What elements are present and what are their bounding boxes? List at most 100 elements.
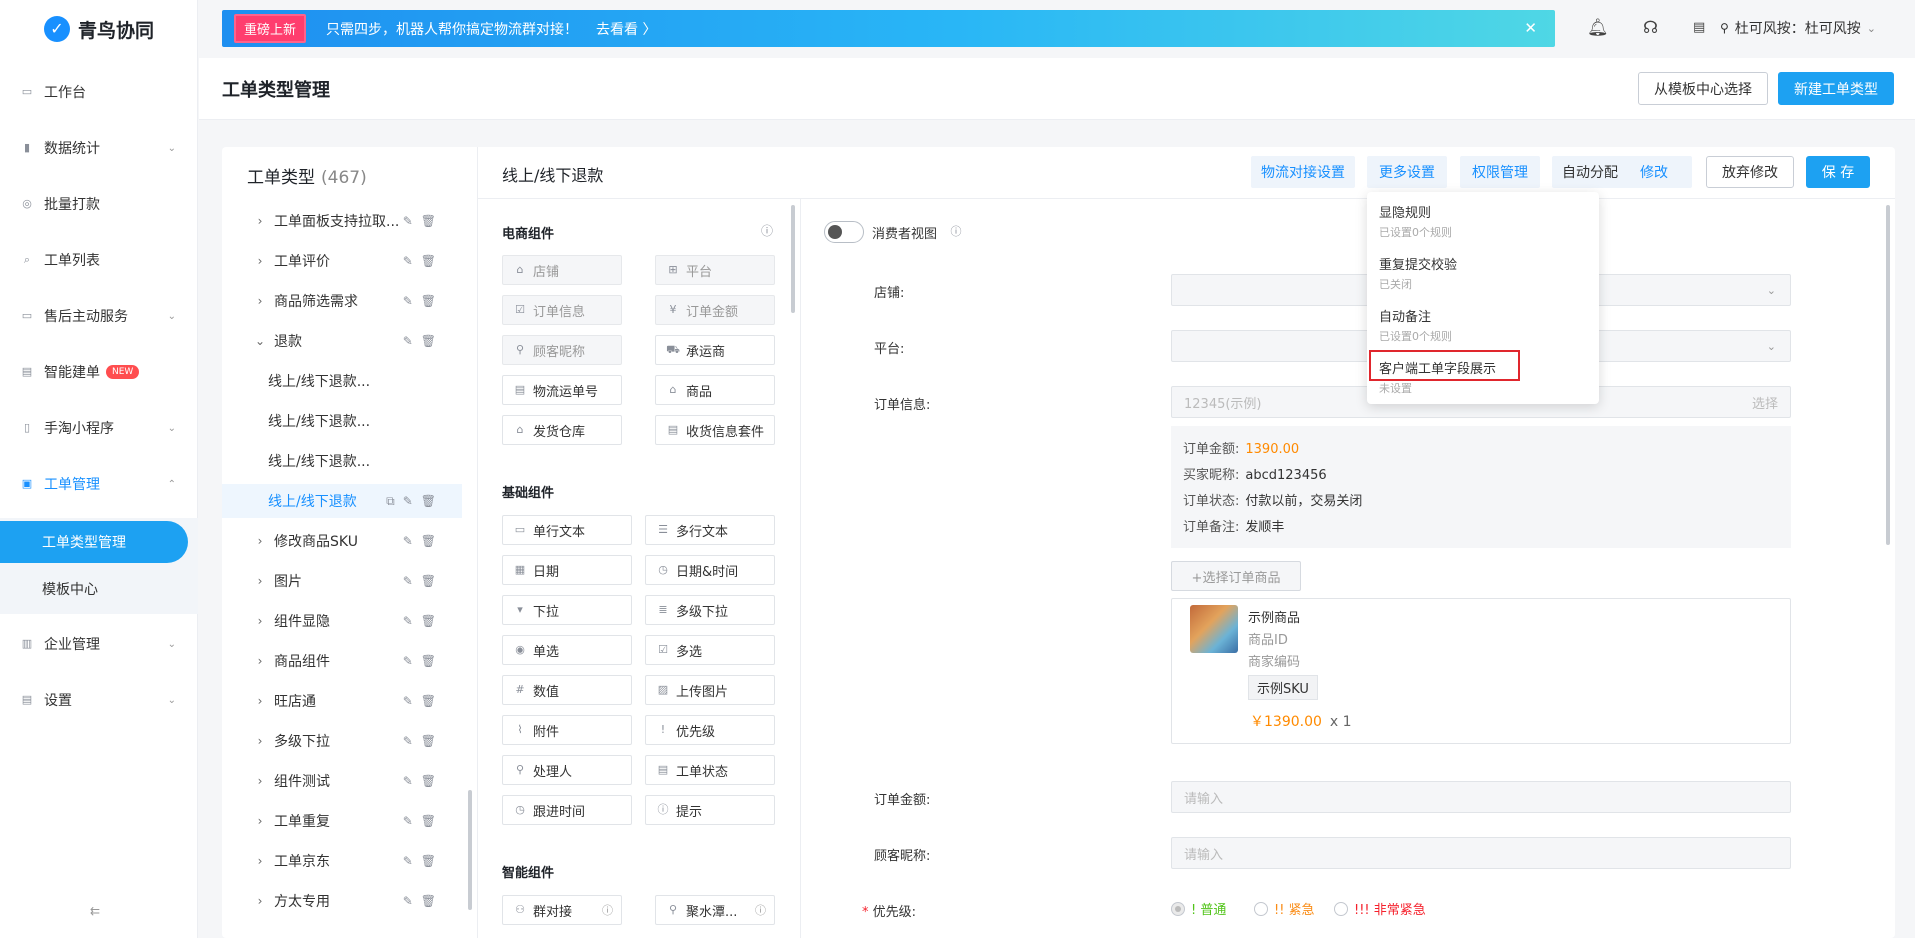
more-settings-button[interactable]: 更多设置	[1367, 156, 1447, 188]
edit-icon[interactable]: ✎	[403, 774, 413, 788]
edit-icon[interactable]: ✎	[403, 214, 413, 228]
tree-item[interactable]: › 旺店通 ✎ 🗑︎	[222, 684, 462, 718]
delete-icon[interactable]: 🗑︎	[421, 654, 436, 668]
delete-icon[interactable]: 🗑︎	[421, 694, 436, 708]
delete-icon[interactable]: 🗑︎	[421, 534, 436, 548]
component-basic-1[interactable]: ▭ 单行文本	[502, 515, 632, 545]
component-basic-14[interactable]: ▤ 工单状态	[645, 755, 775, 785]
chevron-right-icon[interactable]: ›	[246, 534, 274, 548]
tree-item[interactable]: › 图片 ✎ 🗑︎	[222, 564, 462, 598]
component-basic-9[interactable]: # 数值	[502, 675, 632, 705]
delete-icon[interactable]: 🗑︎	[421, 334, 436, 348]
chevron-right-icon[interactable]: ›	[246, 734, 274, 748]
tree-child-item[interactable]: 线上/线下退款 ⧉ ✎ 🗑︎	[222, 484, 462, 518]
pick-order-goods-button[interactable]: +选择订单商品	[1171, 561, 1301, 591]
component-basic-15[interactable]: ◷ 跟进时间	[502, 795, 632, 825]
component-basic-4[interactable]: ◷ 日期&时间	[645, 555, 775, 585]
banner-link[interactable]: 去看看 〉	[596, 19, 656, 39]
delete-icon[interactable]: 🗑︎	[421, 814, 436, 828]
component-basic-10[interactable]: ▨ 上传图片	[645, 675, 775, 705]
nickname-input[interactable]: 请输入	[1171, 837, 1791, 869]
consumer-view-toggle[interactable]	[824, 221, 864, 243]
delete-icon[interactable]: 🗑︎	[421, 774, 436, 788]
sidebar-item-6[interactable]: ▤ 智能建单 NEW	[0, 354, 198, 390]
chevron-right-icon[interactable]: ›	[246, 614, 274, 628]
component-basic-6[interactable]: ≣ 多级下拉	[645, 595, 775, 625]
tree-item[interactable]: › 商品组件 ✎ 🗑︎	[222, 644, 462, 678]
edit-icon[interactable]: ✎	[403, 694, 413, 708]
component-ecommerce-9[interactable]: ⌂ 发货仓库	[502, 415, 622, 445]
tree-item[interactable]: › 商品筛选需求 ✎ 🗑︎	[222, 284, 462, 318]
component-ecommerce-2[interactable]: ⊞ 平台	[655, 255, 775, 285]
palette-scrollbar[interactable]	[791, 205, 795, 313]
sidebar-item-8[interactable]: ▣ 工单管理 ⌃	[0, 466, 198, 502]
dropdown-item-3[interactable]: 自动备注 已设置0个规则	[1379, 306, 1452, 344]
tree-item[interactable]: › 方太专用 ✎ 🗑︎	[222, 884, 462, 918]
tree-child-item[interactable]: 线上/线下退款...	[222, 364, 462, 398]
template-center-button[interactable]: 从模板中心选择	[1638, 72, 1768, 105]
priority-option-3[interactable]: !!! 非常紧急	[1334, 899, 1426, 918]
priority-option-2[interactable]: !! 紧急	[1254, 899, 1315, 918]
edit-icon[interactable]: ✎	[403, 574, 413, 588]
delete-icon[interactable]: 🗑︎	[421, 494, 436, 509]
component-ecommerce-8[interactable]: ⌂ 商品	[655, 375, 775, 405]
edit-icon[interactable]: ✎	[403, 254, 413, 268]
component-ecommerce-1[interactable]: ⌂ 店铺	[502, 255, 622, 285]
sidebar-item-3[interactable]: ◎ 批量打款	[0, 186, 198, 222]
component-basic-11[interactable]: ⌇ 附件	[502, 715, 632, 745]
edit-icon[interactable]: ✎	[403, 334, 413, 348]
chevron-right-icon[interactable]: ›	[246, 254, 274, 268]
tree-item[interactable]: › 修改商品SKU ✎ 🗑︎	[222, 524, 462, 558]
dropdown-item-2[interactable]: 重复提交校验 已关闭	[1379, 254, 1457, 292]
dropdown-item-1[interactable]: 显隐规则 已设置0个规则	[1379, 202, 1452, 240]
tree-item[interactable]: › 工单面板支持拉取... ✎ 🗑︎	[222, 204, 462, 238]
delete-icon[interactable]: 🗑︎	[421, 214, 436, 228]
user-menu[interactable]: ⚲ 杜可风按：杜可风按 ⌄	[1720, 18, 1876, 38]
chevron-right-icon[interactable]: ›	[246, 294, 274, 308]
chevron-right-icon[interactable]: ›	[246, 854, 274, 868]
tree-item[interactable]: › 工单京东 ✎ 🗑︎	[222, 844, 462, 878]
logistics-settings-button[interactable]: 物流对接设置	[1251, 156, 1355, 188]
tree-child-item[interactable]: 线上/线下退款...	[222, 444, 462, 478]
chevron-right-icon[interactable]: ›	[246, 814, 274, 828]
banner-close-icon[interactable]: ✕	[1524, 19, 1537, 37]
promo-banner[interactable]: 重磅上新 只需四步，机器人帮你搞定物流群对接！ 去看看 〉 ✕	[222, 10, 1555, 47]
sidebar-item-1[interactable]: ▭ 工作台	[0, 74, 198, 110]
component-smart-1[interactable]: ⚇ 群对接 ⓘ	[502, 895, 622, 925]
component-basic-16[interactable]: ⓘ 提示	[645, 795, 775, 825]
component-ecommerce-7[interactable]: ▤ 物流运单号	[502, 375, 622, 405]
headset-icon[interactable]: ☊	[1643, 18, 1658, 38]
component-ecommerce-3[interactable]: ☑ 订单信息	[502, 295, 622, 325]
edit-icon[interactable]: ✎	[403, 614, 413, 628]
order-amount-input[interactable]: 请输入	[1171, 781, 1791, 813]
tree-item[interactable]: › 组件显隐 ✎ 🗑︎	[222, 604, 462, 638]
radio-button[interactable]	[1171, 901, 1185, 916]
delete-icon[interactable]: 🗑︎	[421, 574, 436, 588]
sub-item-ticket-type-management[interactable]: 工单类型管理	[0, 521, 188, 563]
permission-button[interactable]: 权限管理	[1460, 156, 1540, 188]
discard-button[interactable]: 放弃修改	[1706, 156, 1794, 188]
radio-button[interactable]	[1254, 901, 1268, 916]
edit-icon[interactable]: ✎	[403, 534, 413, 548]
edit-icon[interactable]: ✎	[403, 294, 413, 308]
tree-item[interactable]: › 工单重复 ✎ 🗑︎	[222, 804, 462, 838]
bell-icon[interactable]: 🔔︎	[1587, 18, 1609, 38]
info-icon[interactable]: ⓘ	[755, 902, 766, 918]
app-logo[interactable]: ✓ 青鸟协同	[44, 14, 154, 44]
auto-assign-modify-link[interactable]: 修改	[1640, 162, 1668, 182]
tree-child-item[interactable]: 线上/线下退款...	[222, 404, 462, 438]
tree-item[interactable]: › 多级下拉 ✎ 🗑︎	[222, 724, 462, 758]
component-basic-2[interactable]: ☰ 多行文本	[645, 515, 775, 545]
copy-icon[interactable]: ⧉	[386, 494, 395, 509]
component-basic-7[interactable]: ◉ 单选	[502, 635, 632, 665]
tree-item[interactable]: › 组件测试 ✎ 🗑︎	[222, 764, 462, 798]
component-basic-13[interactable]: ⚲ 处理人	[502, 755, 632, 785]
chevron-right-icon[interactable]: ›	[246, 774, 274, 788]
info-icon[interactable]: ⓘ	[760, 224, 774, 238]
form-scrollbar[interactable]	[1886, 205, 1890, 545]
component-ecommerce-10[interactable]: ▤ 收货信息套件	[655, 415, 775, 445]
edit-icon[interactable]: ✎	[403, 654, 413, 668]
edit-icon[interactable]: ✎	[403, 894, 413, 908]
delete-icon[interactable]: 🗑︎	[421, 294, 436, 308]
save-button[interactable]: 保 存	[1806, 156, 1870, 188]
